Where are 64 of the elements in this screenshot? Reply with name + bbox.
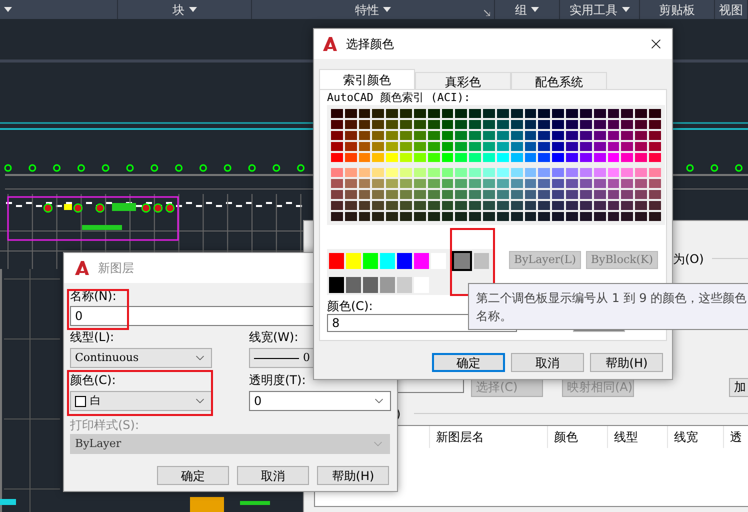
color-palette-drawing[interactable] <box>327 105 665 225</box>
column-header[interactable]: 颜色 <box>547 426 607 448</box>
caret-icon <box>383 7 391 12</box>
color-swatch[interactable] <box>474 253 489 269</box>
dialog-button[interactable]: 取消 <box>237 466 309 485</box>
dialog-button[interactable]: 确定 <box>432 353 505 372</box>
color-swatch-icon <box>75 396 86 406</box>
color-swatch[interactable] <box>414 253 429 269</box>
tab[interactable]: 索引颜色 <box>319 69 415 90</box>
ribbon-panel-title[interactable]: 剪贴板 <box>659 0 695 18</box>
caret-icon <box>622 7 630 12</box>
column-header[interactable]: 线宽 <box>667 426 723 448</box>
color-swatch[interactable] <box>363 253 378 269</box>
dropdown-value: ByLayer <box>75 436 122 452</box>
tab[interactable]: 真彩色 <box>415 72 511 90</box>
ribbon-panel-title[interactable]: 特性 <box>355 0 379 18</box>
caret-icon <box>188 7 196 12</box>
ribbon-panel-title[interactable]: 块 <box>172 0 184 18</box>
dialog-button[interactable]: 取消 <box>511 353 584 372</box>
color-swatch[interactable] <box>346 253 361 269</box>
caret-icon <box>531 7 539 12</box>
color-swatch[interactable] <box>363 277 378 293</box>
window-title: 新图层 <box>98 260 134 277</box>
dropdown-value: 0 <box>254 393 262 410</box>
color-swatch[interactable] <box>380 253 395 269</box>
dropdown-field[interactable]: 0 <box>249 391 391 411</box>
color-swatch[interactable] <box>329 253 344 269</box>
dropdown-value: Continuous <box>75 350 139 366</box>
dropdown-field[interactable]: 白 <box>70 391 212 411</box>
app-logo-icon <box>74 260 90 276</box>
field-label: 名称(N): <box>70 289 118 304</box>
dialog-button[interactable]: 帮助(H) <box>317 466 389 485</box>
field-label: 颜色(C): <box>70 373 117 388</box>
highlight-frame <box>67 289 129 330</box>
color-swatch[interactable] <box>452 251 472 271</box>
column-header[interactable]: 线型 <box>607 426 667 448</box>
dropdown-value: 0 <box>303 350 310 366</box>
color-swatch[interactable] <box>397 277 412 293</box>
color-swatch[interactable] <box>346 277 361 293</box>
ribbon-panel-title[interactable]: 视图 <box>719 0 743 18</box>
color-swatch[interactable] <box>329 277 344 293</box>
dropdown-value: 白 <box>90 392 101 409</box>
window-title: 选择颜色 <box>346 36 395 53</box>
ribbon-panel-title[interactable]: 实用工具 <box>570 0 618 18</box>
field-label: 透明度(T): <box>249 373 307 388</box>
column-header[interactable]: 透 <box>723 426 748 448</box>
palette-label: AutoCAD 颜色索引 (ACI): <box>327 91 472 105</box>
field-label: 打印样式(S): <box>70 418 140 433</box>
color-swatch[interactable] <box>397 253 412 269</box>
field-label: 线型(L): <box>70 330 116 345</box>
field-label: 线宽(W): <box>249 330 300 345</box>
color-swatch[interactable] <box>380 277 395 293</box>
tab[interactable]: 配色系统 <box>511 72 607 90</box>
dropdown-field[interactable]: Continuous <box>70 348 212 368</box>
dialog-button[interactable]: 加 <box>729 378 748 396</box>
dialog-button[interactable]: 确定 <box>157 466 229 485</box>
column-header[interactable]: 新图层名 <box>429 426 547 448</box>
dialog-button[interactable]: 帮助(H) <box>590 353 663 372</box>
ribbon-panel-title[interactable]: 组 <box>515 0 527 18</box>
app-logo-icon <box>322 36 338 52</box>
option-label: 为(O) <box>673 251 704 268</box>
tooltip-text: 第二个调色板显示编号从 1 到 9 的颜色，这些颜色 <box>476 290 747 307</box>
panel-launcher-icon[interactable] <box>484 10 490 16</box>
caret-icon <box>4 7 12 12</box>
